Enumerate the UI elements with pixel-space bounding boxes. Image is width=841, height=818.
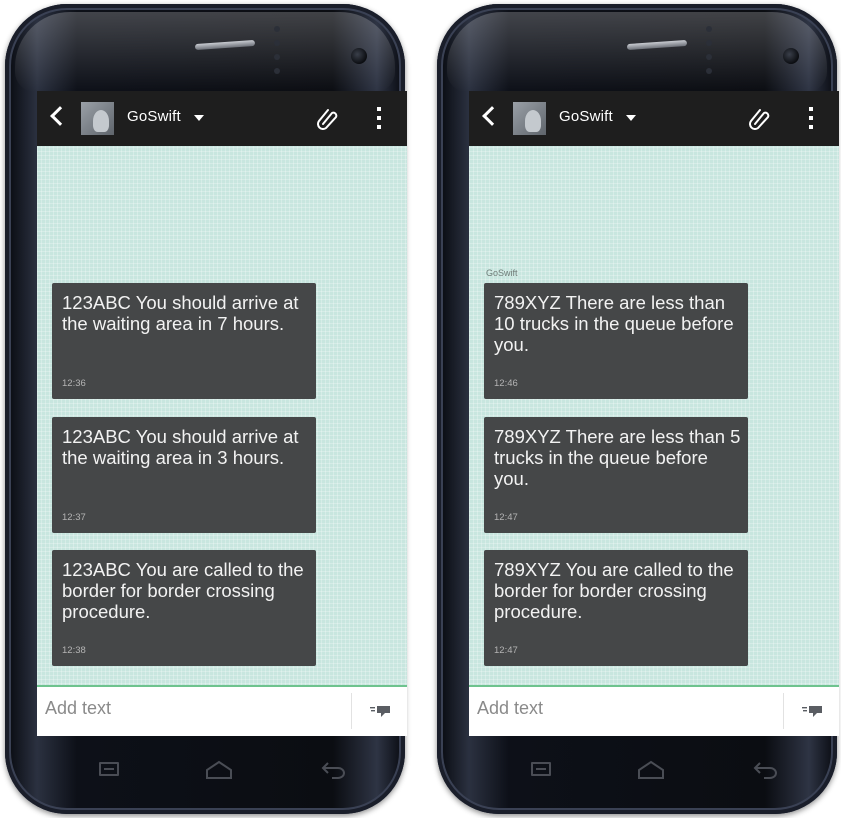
earpiece-speaker (626, 39, 688, 51)
front-camera (351, 48, 367, 64)
sender-label: GoSwift (486, 268, 518, 278)
message-time: 12:47 (494, 645, 518, 656)
compose-divider (351, 693, 352, 729)
message-time: 12:38 (62, 645, 86, 656)
back-icon[interactable] (752, 760, 778, 780)
system-nav-bar (469, 744, 839, 794)
message-bubble[interactable]: 123ABC You should arrive at the waiting … (52, 417, 316, 533)
contact-avatar[interactable] (81, 102, 114, 135)
compose-bar (469, 685, 839, 736)
compose-bar (37, 685, 407, 736)
message-text: 789XYZ You are called to the border for … (494, 559, 734, 622)
message-text: 123ABC You should arrive at the waiting … (62, 426, 299, 468)
send-icon[interactable] (802, 705, 822, 717)
paperclip-icon[interactable] (749, 106, 771, 130)
home-icon[interactable] (205, 760, 233, 780)
sensor-dots (273, 26, 281, 78)
messaging-screen: GoSwift 123ABC You should arrive at the … (37, 91, 407, 736)
back-icon[interactable] (320, 760, 346, 780)
back-chevron-icon[interactable] (482, 106, 502, 126)
contact-name[interactable]: GoSwift (559, 108, 613, 125)
contact-name[interactable]: GoSwift (127, 108, 181, 125)
phone-right: GoSwift GoSwift 789XYZ There are less th… (437, 4, 839, 814)
message-text: 789XYZ There are less than 5 trucks in t… (494, 426, 741, 489)
compose-divider (783, 693, 784, 729)
message-text: 789XYZ There are less than 10 trucks in … (494, 292, 734, 355)
message-time: 12:37 (62, 512, 86, 523)
app-bar: GoSwift (37, 91, 407, 146)
message-bubble[interactable]: 123ABC You are called to the border for … (52, 550, 316, 666)
message-bubble[interactable]: 789XYZ There are less than 5 trucks in t… (484, 417, 748, 533)
earpiece-speaker (194, 39, 256, 51)
message-bubble[interactable]: 123ABC You should arrive at the waiting … (52, 283, 316, 399)
messaging-screen: GoSwift GoSwift 789XYZ There are less th… (469, 91, 839, 736)
recent-apps-icon[interactable] (99, 762, 119, 776)
system-nav-bar (37, 744, 407, 794)
message-text: 123ABC You should arrive at the waiting … (62, 292, 299, 334)
paperclip-icon[interactable] (317, 106, 339, 130)
message-time: 12:47 (494, 512, 518, 523)
message-time: 12:46 (494, 378, 518, 389)
message-bubble[interactable]: 789XYZ You are called to the border for … (484, 550, 748, 666)
phone-left: GoSwift 123ABC You should arrive at the … (5, 4, 407, 814)
contact-avatar[interactable] (513, 102, 546, 135)
overflow-menu-icon[interactable] (377, 107, 381, 129)
app-bar: GoSwift (469, 91, 839, 146)
compose-input[interactable] (43, 692, 347, 724)
message-text: 123ABC You are called to the border for … (62, 559, 304, 622)
message-time: 12:36 (62, 378, 86, 389)
caret-down-icon[interactable] (626, 115, 636, 121)
home-icon[interactable] (637, 760, 665, 780)
send-icon[interactable] (370, 705, 390, 717)
message-bubble[interactable]: 789XYZ There are less than 10 trucks in … (484, 283, 748, 399)
caret-down-icon[interactable] (194, 115, 204, 121)
recent-apps-icon[interactable] (531, 762, 551, 776)
sensor-dots (705, 26, 713, 78)
overflow-menu-icon[interactable] (809, 107, 813, 129)
front-camera (783, 48, 799, 64)
compose-input[interactable] (475, 692, 779, 724)
back-chevron-icon[interactable] (50, 106, 70, 126)
